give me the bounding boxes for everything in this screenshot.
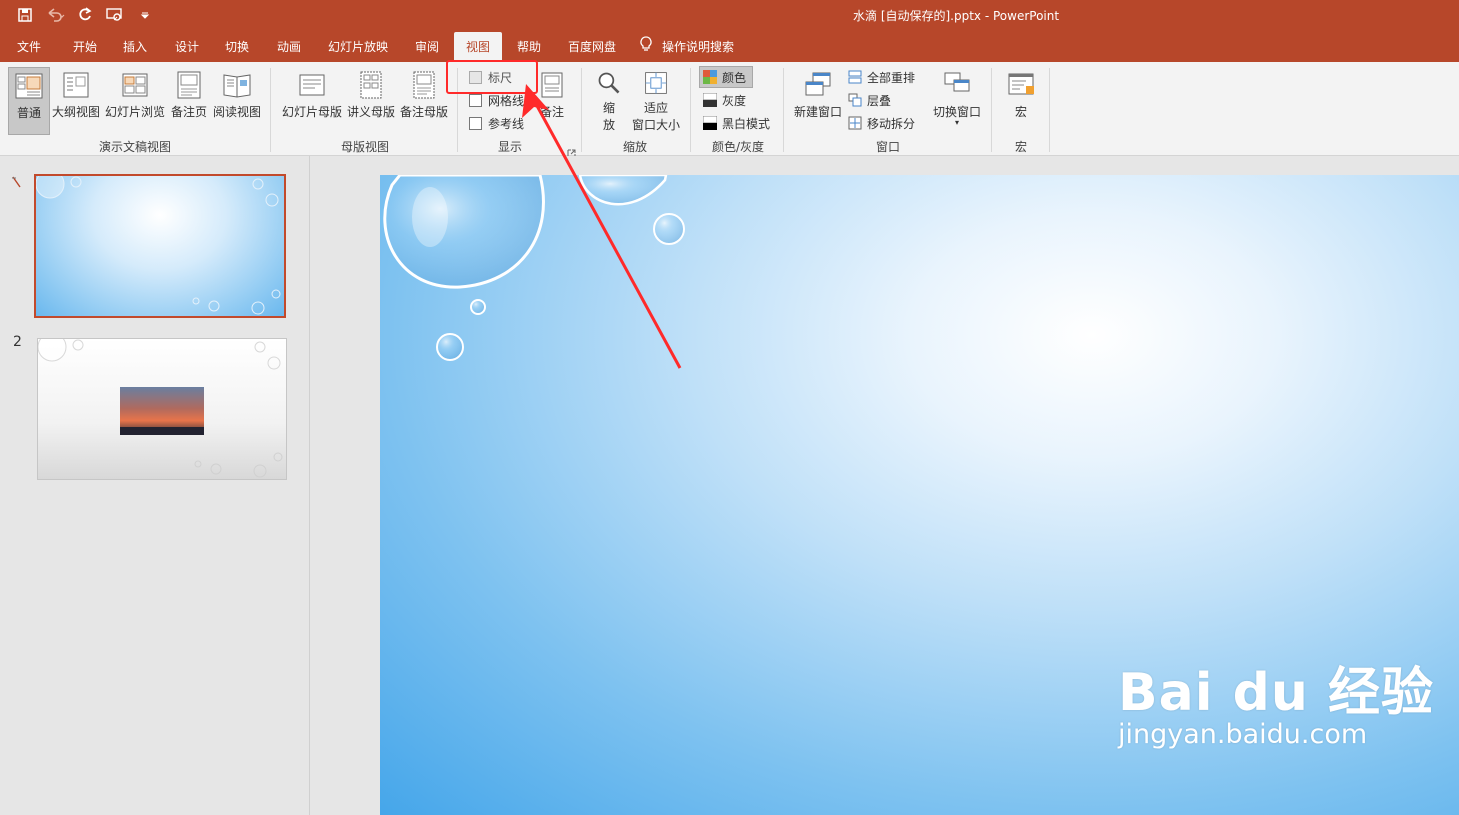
move-split-button[interactable]: 移动拆分 bbox=[848, 113, 915, 133]
slide-thumbnail-1[interactable] bbox=[34, 174, 286, 318]
color-swatch-icon bbox=[703, 70, 717, 84]
normal-view-button[interactable]: 普通 bbox=[8, 67, 50, 135]
move-split-icon bbox=[848, 116, 862, 130]
group-separator bbox=[270, 68, 271, 152]
annotation-highlight-box bbox=[446, 60, 538, 94]
quick-access-toolbar bbox=[14, 5, 156, 25]
handout-master-icon bbox=[360, 71, 382, 99]
notes-page-icon bbox=[177, 71, 201, 99]
guides-checkbox[interactable]: 参考线 bbox=[469, 113, 524, 133]
group-label-zoom: 缩放 bbox=[622, 140, 647, 154]
handout-master-button[interactable]: 讲义母版 bbox=[345, 67, 397, 133]
slide-thumbnail-2[interactable] bbox=[37, 338, 287, 480]
reading-view-icon bbox=[223, 74, 251, 98]
tell-me-search[interactable]: 操作说明搜索 bbox=[640, 32, 750, 62]
macros-button[interactable]: 宏 bbox=[1002, 67, 1040, 133]
notes-button[interactable]: 备注 bbox=[536, 67, 568, 133]
cascade-icon bbox=[848, 93, 862, 107]
dialog-launcher-icon[interactable] bbox=[567, 143, 576, 158]
group-separator bbox=[690, 68, 691, 152]
grayscale-button[interactable]: 灰度 bbox=[703, 90, 746, 110]
checkbox-box bbox=[469, 93, 482, 107]
watermark-logo-text: Bai du 经验 bbox=[1118, 663, 1434, 723]
reading-view-button[interactable]: 阅读视图 bbox=[211, 67, 263, 133]
tab-slideshow[interactable]: 幻灯片放映 bbox=[320, 32, 396, 62]
save-icon[interactable] bbox=[14, 5, 36, 25]
slide-thumbnails-pane: 2 bbox=[0, 156, 310, 815]
tab-view[interactable]: 视图 bbox=[454, 32, 502, 62]
window-title: 水滴 [自动保存的].pptx - PowerPoint bbox=[853, 9, 1060, 23]
magnifier-icon bbox=[598, 72, 620, 94]
group-label-macros: 宏 bbox=[1014, 140, 1027, 154]
present-icon[interactable] bbox=[104, 5, 126, 25]
notes-page-button[interactable]: 备注页 bbox=[169, 67, 209, 133]
tab-insert[interactable]: 插入 bbox=[112, 32, 158, 62]
arrange-all-icon bbox=[848, 70, 862, 84]
water-drops-decoration bbox=[36, 176, 281, 315]
fit-window-icon bbox=[645, 72, 667, 94]
fit-to-window-button[interactable]: 适应 窗口大小 bbox=[630, 67, 682, 133]
arrange-all-button[interactable]: 全部重排 bbox=[848, 67, 915, 87]
black-white-icon bbox=[703, 116, 717, 130]
tab-help[interactable]: 帮助 bbox=[506, 32, 552, 62]
tell-me-label: 操作说明搜索 bbox=[662, 40, 735, 54]
slide-2-content bbox=[38, 339, 283, 478]
new-window-icon bbox=[805, 72, 831, 96]
title-bar: 水滴 [自动保存的].pptx - PowerPoint bbox=[0, 0, 1459, 32]
tab-home[interactable]: 开始 bbox=[60, 32, 110, 62]
macro-icon bbox=[1008, 73, 1034, 95]
cascade-button[interactable]: 层叠 bbox=[848, 90, 891, 110]
outline-view-icon bbox=[63, 72, 89, 98]
group-separator bbox=[581, 68, 582, 152]
slide-master-button[interactable]: 幻灯片母版 bbox=[281, 67, 343, 133]
checkbox-box bbox=[469, 116, 482, 130]
tab-file[interactable]: 文件 bbox=[6, 32, 52, 62]
switch-window-button[interactable]: 切换窗口 ▾ bbox=[930, 67, 984, 133]
slide-master-icon bbox=[299, 74, 325, 96]
notes-master-button[interactable]: 备注母版 bbox=[398, 67, 450, 133]
group-label-show: 显示 bbox=[497, 140, 522, 154]
group-separator bbox=[1049, 68, 1050, 152]
ribbon-view: 普通 大纲视图 幻灯片浏览 备注页 阅读视图 演示文稿视图 幻灯片母版 讲义母版… bbox=[0, 62, 1459, 158]
group-label-window: 窗口 bbox=[875, 140, 900, 154]
normal-view-icon bbox=[15, 73, 43, 99]
tab-design[interactable]: 设计 bbox=[164, 32, 210, 62]
group-label-master-views: 母版视图 bbox=[340, 140, 389, 154]
tab-review[interactable]: 审阅 bbox=[404, 32, 450, 62]
redo-icon[interactable] bbox=[74, 5, 96, 25]
group-separator bbox=[991, 68, 992, 152]
chevron-down-icon: ▾ bbox=[954, 118, 959, 127]
notes-master-icon bbox=[413, 71, 435, 99]
group-separator bbox=[783, 68, 784, 152]
slide-number-2: 2 bbox=[13, 334, 22, 350]
group-label-color: 颜色/灰度 bbox=[711, 140, 765, 154]
tab-baidu-netdisk[interactable]: 百度网盘 bbox=[560, 32, 624, 62]
outline-view-button[interactable]: 大纲视图 bbox=[51, 67, 101, 133]
black-white-button[interactable]: 黑白模式 bbox=[703, 113, 770, 133]
customize-icon[interactable] bbox=[134, 5, 156, 25]
ribbon-tabs: 文件 开始 插入 设计 切换 动画 幻灯片放映 审阅 视图 帮助 百度网盘 操作… bbox=[0, 32, 1459, 62]
new-window-button[interactable]: 新建窗口 bbox=[792, 67, 844, 133]
switch-window-icon bbox=[944, 72, 970, 92]
slide-sorter-icon bbox=[122, 73, 148, 97]
color-mode-button[interactable]: 颜色 bbox=[699, 66, 754, 88]
zoom-button[interactable]: 缩 放 bbox=[592, 67, 626, 133]
slide-sorter-button[interactable]: 幻灯片浏览 bbox=[104, 67, 166, 133]
tab-transitions[interactable]: 切换 bbox=[214, 32, 260, 62]
notes-icon bbox=[541, 72, 563, 98]
lightbulb-icon bbox=[640, 33, 652, 63]
baidu-watermark: Bai du 经验 jingyan.baidu.com bbox=[1118, 650, 1434, 750]
tab-animations[interactable]: 动画 bbox=[266, 32, 312, 62]
group-label-presentation-views: 演示文稿视图 bbox=[98, 140, 171, 154]
slide-1-marker-icon bbox=[10, 174, 24, 193]
undo-icon[interactable] bbox=[44, 5, 66, 25]
grayscale-icon bbox=[703, 93, 717, 107]
